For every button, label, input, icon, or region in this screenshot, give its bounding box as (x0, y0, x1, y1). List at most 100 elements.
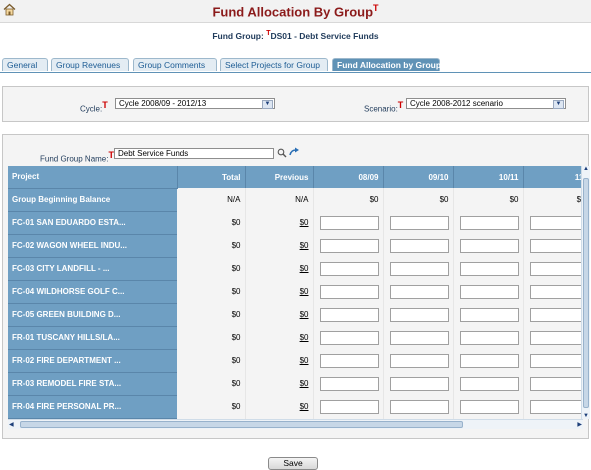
allocation-input[interactable] (389, 284, 449, 299)
horizontal-scrollbar[interactable]: ◀ ▶ (8, 419, 583, 429)
previous-cell-text[interactable]: $0 (300, 379, 309, 388)
year-cell (313, 280, 384, 303)
previous-cell[interactable]: $0 (245, 372, 314, 395)
previous-cell[interactable]: $0 (245, 211, 314, 234)
year-cell (383, 349, 454, 372)
total-cell: $0 (177, 280, 246, 303)
allocation-input[interactable] (529, 330, 583, 345)
horizontal-scroll-thumb[interactable] (20, 421, 463, 428)
allocation-input[interactable] (319, 215, 379, 230)
previous-cell-text[interactable]: $0 (300, 241, 309, 250)
project-cell-text: FR-02 FIRE DEPARTMENT ... (12, 356, 121, 365)
save-button[interactable]: Save (268, 457, 318, 470)
previous-cell-text[interactable]: $0 (300, 264, 309, 273)
previous-cell-text[interactable]: $0 (300, 333, 309, 342)
allocation-input[interactable] (389, 376, 449, 391)
year-cell-text: $0 (439, 195, 449, 204)
total-cell-text: N/A (227, 195, 241, 204)
allocation-input[interactable] (529, 307, 583, 322)
scroll-left-icon[interactable]: ◀ (9, 421, 14, 428)
allocation-input[interactable] (529, 376, 583, 391)
previous-cell-text[interactable]: $0 (300, 218, 309, 227)
allocation-input[interactable] (459, 399, 519, 414)
allocation-input[interactable] (389, 261, 449, 276)
project-cell-text: FC-02 WAGON WHEEL INDU... (12, 241, 127, 250)
tab-select-projects[interactable]: Select Projects for Group (220, 58, 328, 71)
column-header-total[interactable]: Total (177, 166, 246, 188)
column-header-11[interactable]: 11/ (523, 166, 583, 188)
scroll-down-icon[interactable]: ▼ (582, 413, 590, 419)
tab-fund-allocation[interactable]: Fund Allocation by Group (332, 58, 441, 71)
allocation-input[interactable] (319, 330, 379, 345)
previous-cell[interactable]: $0 (245, 257, 314, 280)
allocation-input[interactable] (459, 353, 519, 368)
year-cell (313, 303, 384, 326)
allocation-input[interactable] (459, 307, 519, 322)
allocation-input[interactable] (529, 238, 583, 253)
previous-cell[interactable]: $0 (245, 234, 314, 257)
vertical-scroll-thumb[interactable] (583, 178, 589, 408)
previous-cell[interactable]: $0 (245, 395, 314, 418)
year-cell (313, 257, 384, 280)
allocation-input[interactable] (319, 399, 379, 414)
cycle-select[interactable]: Cycle 2008/09 - 2012/13 ▼ (115, 98, 275, 109)
scroll-right-icon[interactable]: ▶ (577, 421, 582, 428)
arrow-go-icon[interactable] (289, 147, 300, 157)
column-header-1011[interactable]: 10/11 (453, 166, 524, 188)
year-cell (383, 234, 454, 257)
allocation-input[interactable] (389, 399, 449, 414)
previous-cell-text[interactable]: $0 (300, 356, 309, 365)
year-cell: $0 (313, 188, 384, 211)
allocation-input[interactable] (459, 215, 519, 230)
allocation-input[interactable] (459, 330, 519, 345)
allocation-input[interactable] (459, 238, 519, 253)
allocation-input[interactable] (389, 215, 449, 230)
scroll-up-icon[interactable]: ▲ (582, 166, 590, 172)
allocation-input[interactable] (529, 399, 583, 414)
previous-cell-text: N/A (295, 195, 309, 204)
table-row: FC-01 SAN EDUARDO ESTA... $0 $0 (8, 210, 583, 234)
allocation-input[interactable] (459, 261, 519, 276)
previous-cell-text[interactable]: $0 (300, 287, 309, 296)
project-cell-text: FR-03 REMODEL FIRE STA... (12, 379, 122, 388)
tab-group-comments[interactable]: Group Comments (133, 58, 217, 71)
scenario-select[interactable]: Cycle 2008-2012 scenario ▼ (406, 98, 566, 109)
year-cell (523, 349, 583, 372)
allocation-input[interactable] (389, 353, 449, 368)
previous-cell-text[interactable]: $0 (300, 310, 309, 319)
search-icon[interactable] (277, 148, 287, 158)
allocation-input[interactable] (319, 376, 379, 391)
table-row: Group Beginning Balance N/A N/A $0 $0 $0 $0 (8, 187, 583, 211)
fund-group-name-input[interactable]: Debt Service Funds (114, 148, 274, 159)
previous-cell[interactable]: $0 (245, 280, 314, 303)
previous-cell[interactable]: $0 (245, 349, 314, 372)
previous-cell[interactable]: $0 (245, 326, 314, 349)
previous-cell[interactable]: $0 (245, 303, 314, 326)
allocation-input[interactable] (319, 284, 379, 299)
column-header-project[interactable]: Project (8, 166, 178, 188)
allocation-input[interactable] (319, 238, 379, 253)
allocation-input[interactable] (459, 376, 519, 391)
column-header-previous[interactable]: Previous (245, 166, 314, 188)
vertical-scrollbar[interactable]: ▲ ▼ (581, 166, 590, 419)
previous-cell-text[interactable]: $0 (300, 402, 309, 411)
allocation-input[interactable] (529, 353, 583, 368)
year-cell (523, 234, 583, 257)
tab-group-revenues[interactable]: Group Revenues (51, 58, 129, 71)
column-header-0910[interactable]: 09/10 (383, 166, 454, 188)
column-header-0809[interactable]: 08/09 (313, 166, 384, 188)
project-cell: FR-03 REMODEL FIRE STA... (8, 371, 177, 395)
allocation-input[interactable] (529, 261, 583, 276)
allocation-input[interactable] (459, 284, 519, 299)
year-cell (313, 349, 384, 372)
allocation-input[interactable] (319, 307, 379, 322)
allocation-input[interactable] (319, 353, 379, 368)
allocation-input[interactable] (529, 215, 583, 230)
total-cell: $0 (177, 303, 246, 326)
allocation-input[interactable] (389, 330, 449, 345)
allocation-input[interactable] (319, 261, 379, 276)
allocation-input[interactable] (389, 307, 449, 322)
tab-general[interactable]: General (2, 58, 48, 71)
allocation-input[interactable] (389, 238, 449, 253)
allocation-input[interactable] (529, 284, 583, 299)
